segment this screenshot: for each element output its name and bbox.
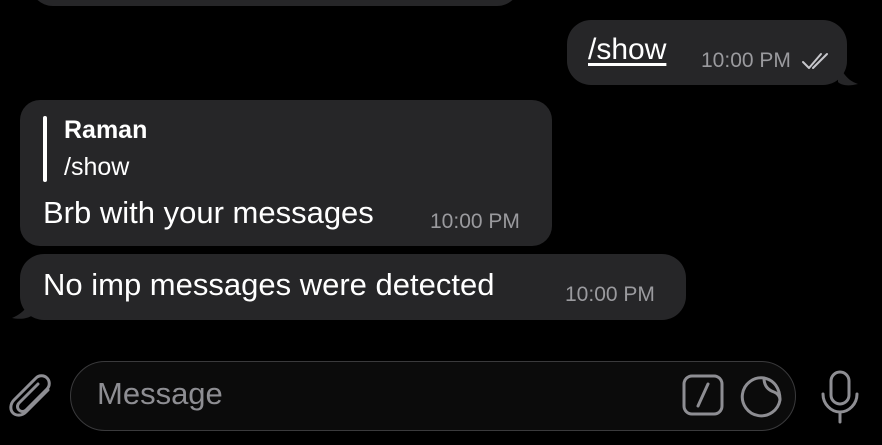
incoming-reply-message-text: Brb with your messages (43, 195, 374, 230)
incoming-message-text: No imp messages were detected (43, 267, 495, 302)
incoming-message-time: 10:00 PM (565, 283, 655, 306)
reply-quote-text[interactable]: /show (64, 153, 129, 182)
outgoing-message-text[interactable]: /show (588, 33, 666, 67)
outgoing-bubble-tail (838, 58, 858, 86)
microphone-icon[interactable] (818, 370, 862, 424)
double-check-icon (802, 53, 828, 69)
previous-message-bubble[interactable] (30, 0, 520, 6)
message-input-placeholder: Message (97, 376, 223, 411)
incoming-bubble-tail (12, 288, 34, 319)
reply-quote-author[interactable]: Raman (64, 116, 147, 145)
paperclip-icon[interactable] (6, 370, 56, 420)
reply-quote-bar (43, 116, 47, 182)
sticker-icon[interactable] (740, 374, 784, 418)
slash-command-icon[interactable] (682, 374, 724, 416)
outgoing-message-time: 10:00 PM (701, 49, 791, 72)
incoming-reply-message-time: 10:00 PM (430, 210, 520, 233)
